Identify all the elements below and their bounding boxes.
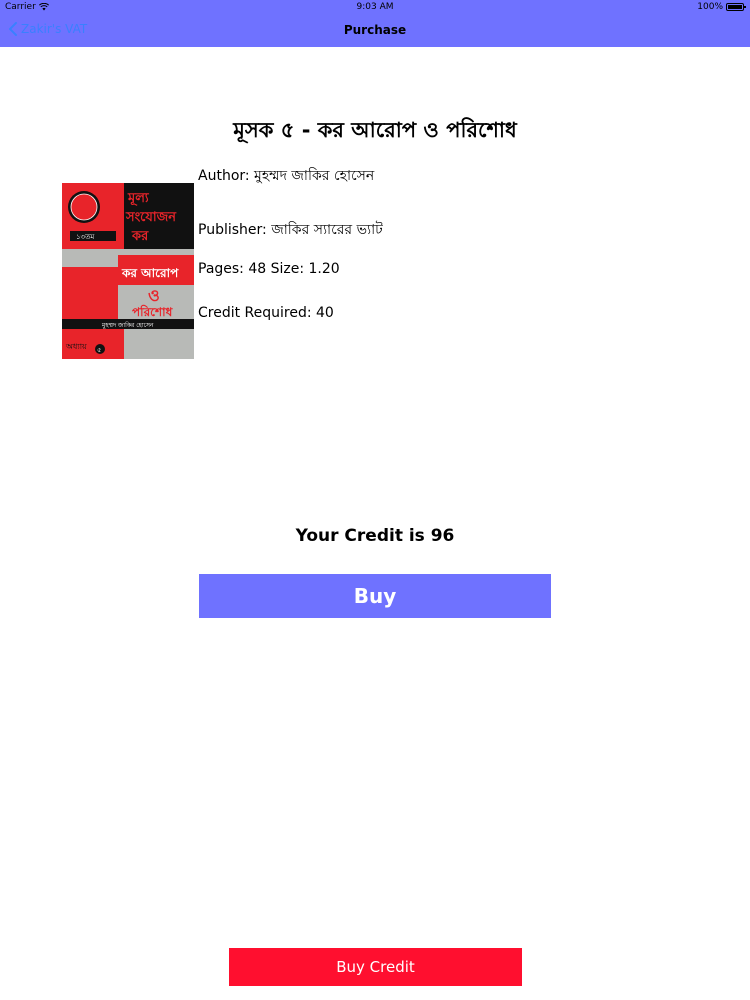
book-author: Author: মুহম্মদ জাকির হোসেন	[198, 168, 375, 184]
nav-title: Purchase	[343, 23, 407, 37]
book-publisher: Publisher: জাকির স্যারের ভ্যাট	[198, 222, 383, 238]
book-cover-image: ১৩তম মূল্য সংযোজন কর কর আরোপ ও পরিশোধ মু…	[62, 183, 194, 359]
battery-percent: 100%	[697, 2, 723, 12]
cover-title-line6: পরিশোধ	[132, 304, 174, 319]
credit-balance: Your Credit is 96	[295, 526, 455, 546]
buy-credit-button[interactable]: Buy Credit	[229, 948, 522, 986]
book-credit-required: Credit Required: 40	[198, 305, 334, 321]
book-pages-size: Pages: 48 Size: 1.20	[198, 261, 340, 277]
cover-title-line4: কর আরোপ	[121, 266, 179, 280]
cover-title-line3: কর	[131, 229, 149, 244]
status-bar: Carrier 9:03 AM 100%	[0, 0, 750, 15]
cover-edition: ১৩তম	[76, 233, 94, 241]
cover-title-line2: সংযোজন	[125, 210, 177, 225]
header-bar: Carrier 9:03 AM 100% Zakir's VAT Purchas…	[0, 0, 750, 47]
status-battery: 100%	[697, 2, 746, 12]
status-time: 9:03 AM	[356, 2, 394, 12]
cover-title-line5: ও	[148, 286, 160, 305]
cover-chapter-number: ৫	[97, 346, 102, 354]
cover-title-line1: মূল্য	[127, 191, 150, 207]
battery-icon	[726, 3, 746, 11]
book-title: মূসক ৫ - কর আরোপ ও পরিশোধ	[233, 118, 517, 142]
buy-button[interactable]: Buy	[199, 574, 551, 618]
cover-author: মুহম্মদ জাকির হোসেন	[101, 322, 154, 329]
cover-chapter: অধ্যায়	[65, 342, 87, 351]
nav-bar: Zakir's VAT Purchase	[0, 15, 750, 47]
purchase-screen: Carrier 9:03 AM 100% Zakir's VAT Purchas…	[0, 0, 750, 1000]
